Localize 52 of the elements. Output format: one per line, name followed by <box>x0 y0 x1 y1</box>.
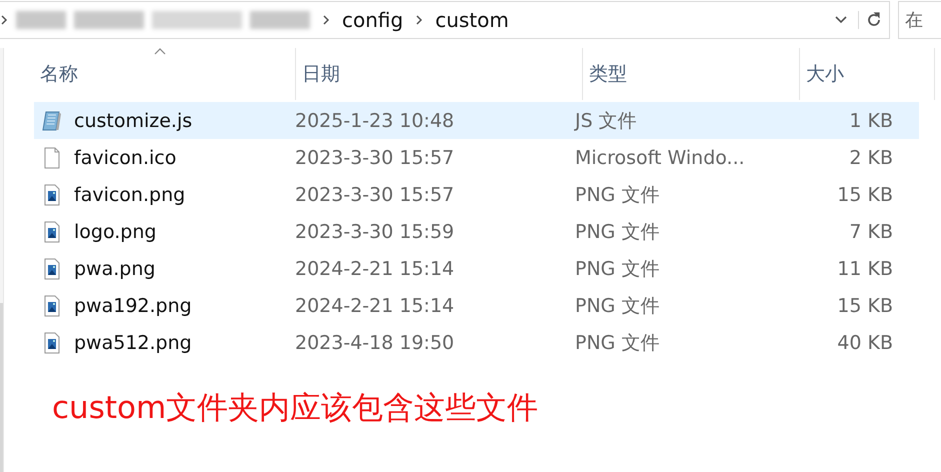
size-cell-text: 1 KB <box>848 110 894 132</box>
column-header[interactable]: 日期 <box>296 48 583 100</box>
date-cell-text: 2025-1-23 10:48 <box>294 110 456 132</box>
size-cell-text: 2 KB <box>848 146 894 168</box>
size-cell-text: 40 KB <box>836 332 894 354</box>
address-bar[interactable]: config custom <box>0 1 890 39</box>
chevron-right-icon <box>0 14 8 26</box>
date-cell-text: 2024-2-21 15:14 <box>294 294 456 316</box>
file-name: pwa192.png <box>74 294 192 316</box>
type-cell-text: PNG 文件 <box>574 220 660 244</box>
date-cell-text: 2023-3-30 15:57 <box>294 184 456 206</box>
file-name: pwa.png <box>74 258 156 280</box>
size-cell-text: 15 KB <box>836 184 894 206</box>
script-file-icon <box>40 108 64 132</box>
refresh-icon[interactable] <box>858 11 883 29</box>
chevron-right-icon <box>322 14 330 26</box>
file-row[interactable]: customize.js 2025-1-23 10:48 JS 文件 1 KB <box>34 102 919 139</box>
file-name: customize.js <box>74 110 192 132</box>
type-cell-text: Microsoft Windo... <box>574 146 746 168</box>
date-cell-text: 2023-4-18 19:50 <box>294 332 456 354</box>
type-cell-text: PNG 文件 <box>574 330 660 356</box>
date-cell-text: 2024-2-21 15:14 <box>294 258 456 280</box>
type-cell-text: JS 文件 <box>573 108 638 134</box>
annotation-text: custom文件夹内应该包含这些文件 <box>52 389 540 428</box>
file-row[interactable]: logo.png 2023-3-30 15:59 PNG 文件 7 KB <box>34 213 919 250</box>
chevron-right-icon <box>415 14 424 26</box>
column-header[interactable]: 大小 <box>800 48 935 100</box>
column-header[interactable]: 类型 <box>583 48 800 100</box>
file-name: logo.png <box>74 220 156 242</box>
file-row[interactable]: pwa512.png 2023-4-18 19:50 PNG 文件 40 KB <box>34 324 919 361</box>
type-cell-text: PNG 文件 <box>574 256 660 282</box>
file-row[interactable]: favicon.ico 2023-3-30 15:57 Microsoft Windo... 2 KB <box>34 139 919 176</box>
file-name: pwa512.png <box>74 332 192 354</box>
date-cell-text: 2023-3-30 15:57 <box>294 146 456 168</box>
breadcrumb-item[interactable]: config <box>342 8 404 32</box>
file-row[interactable]: pwa.png 2024-2-21 15:14 PNG 文件 11 KB <box>34 250 919 287</box>
breadcrumb-item[interactable]: custom <box>435 8 509 32</box>
column-header[interactable]: 名称 <box>34 48 296 100</box>
size-cell-text: 7 KB <box>848 220 894 242</box>
file-name: favicon.png <box>74 184 186 206</box>
file-name: favicon.ico <box>74 146 176 168</box>
file-row[interactable]: pwa192.png 2024-2-21 15:14 PNG 文件 15 KB <box>34 287 919 324</box>
type-cell-text: PNG 文件 <box>574 294 660 318</box>
file-row[interactable]: favicon.png 2023-3-30 15:57 PNG 文件 15 KB <box>34 176 919 213</box>
size-cell-text: 11 KB <box>836 258 894 280</box>
scrollbar-thumb[interactable] <box>0 303 3 472</box>
size-cell-text: 15 KB <box>836 294 894 316</box>
search-field[interactable]: 在 <box>898 1 941 39</box>
date-cell-text: 2023-3-30 15:59 <box>294 220 456 242</box>
dropdown-icon[interactable] <box>834 15 848 25</box>
type-cell-text: PNG 文件 <box>574 182 660 208</box>
scrollbar[interactable] <box>0 48 4 472</box>
